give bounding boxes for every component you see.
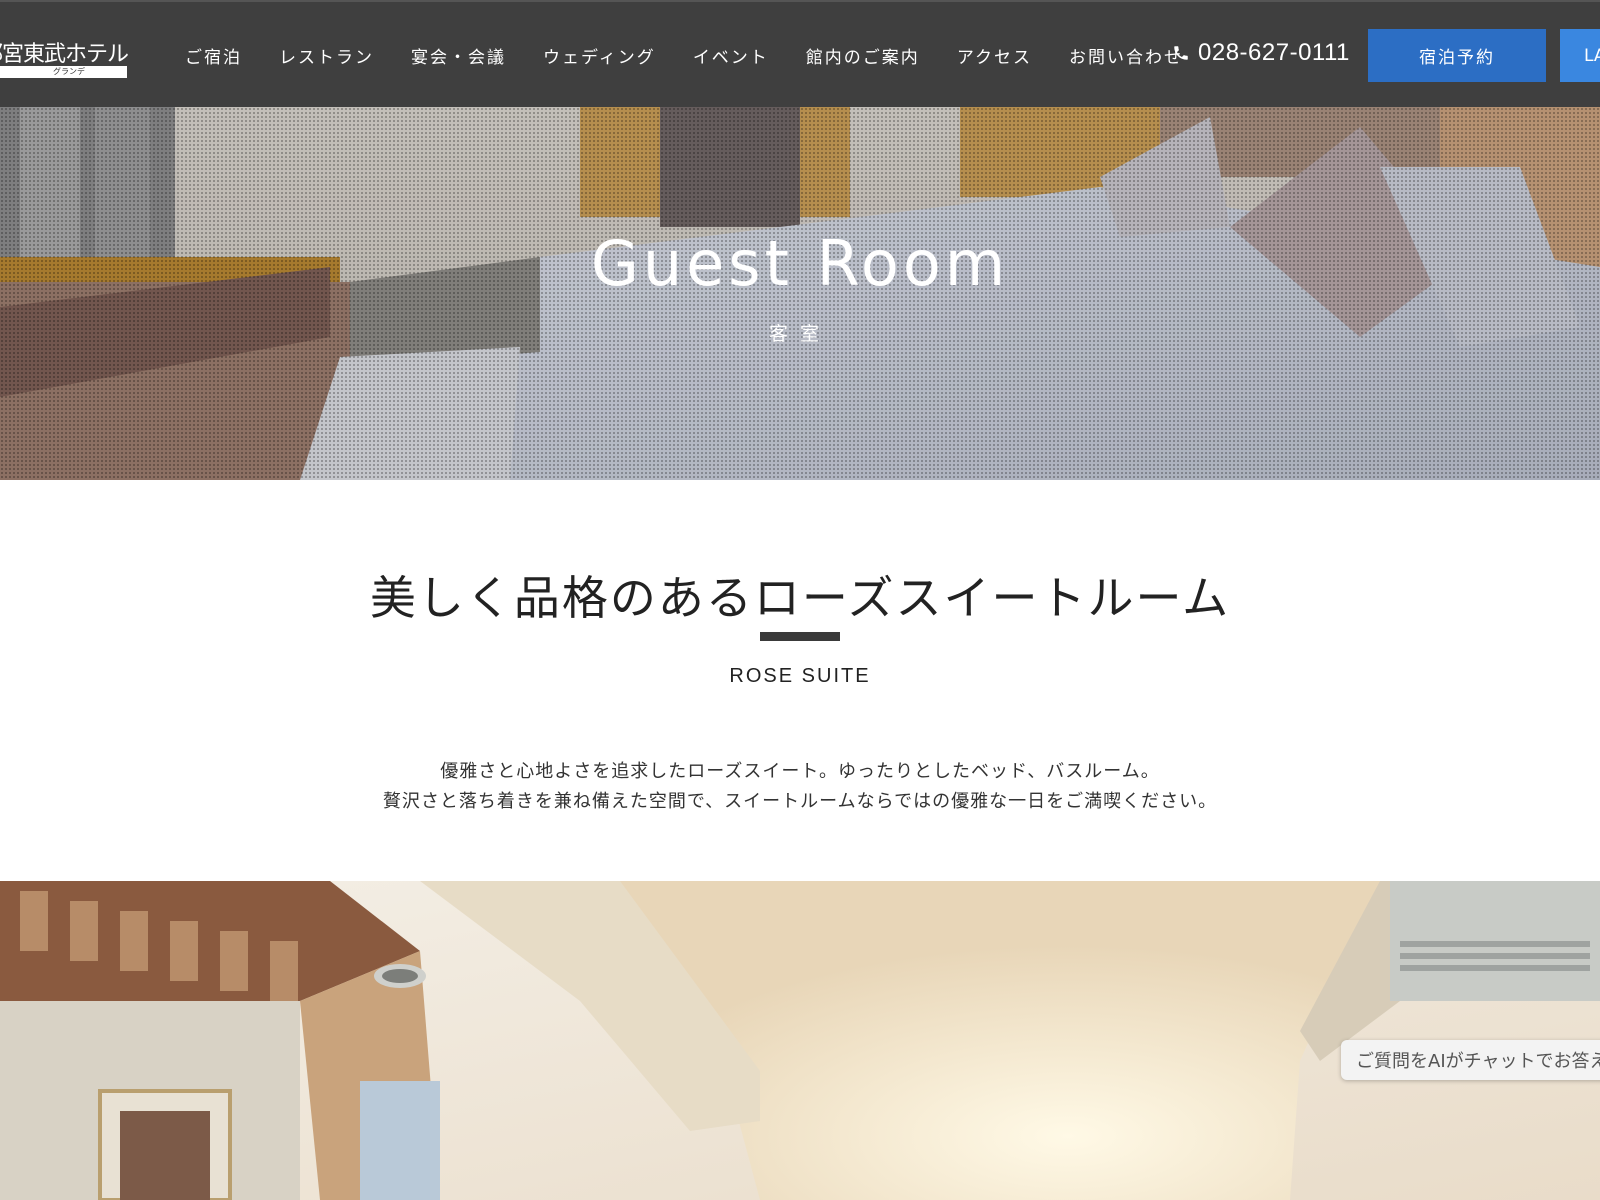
logo-text: 宇都宮東武ホテル bbox=[0, 42, 129, 67]
phone-number: 028-627-0111 bbox=[1198, 39, 1350, 66]
phone-link[interactable]: 028-627-0111 bbox=[1172, 39, 1350, 67]
hero-subtitle: 客室 bbox=[768, 323, 831, 345]
site-header: 宇都宮東武ホテル グランデ ご宿泊 レストラン 宴会・会議 ウェディング イベン… bbox=[0, 0, 1600, 107]
description-line-2: 贅沢さと落ち着きを兼ね備えた空間で、スイートルームならではの優雅な一日をご満喫く… bbox=[382, 791, 1218, 812]
nav-item-wedding[interactable]: ウェディング bbox=[543, 43, 656, 68]
nav-item-access[interactable]: アクセス bbox=[957, 43, 1032, 68]
ai-chat-button[interactable]: ご質問をAIがチャットでお答えします bbox=[1341, 1040, 1600, 1080]
hero-banner: Guest Room 客室 bbox=[0, 107, 1600, 480]
hotel-logo[interactable]: 宇都宮東武ホテル グランデ bbox=[0, 36, 129, 80]
logo-sub: グランデ bbox=[0, 66, 127, 78]
nav-item-restaurant[interactable]: レストラン bbox=[279, 43, 374, 68]
description-line-1: 優雅さと心地よさを追求したローズスイート。ゆったりとしたベッド、バスルーム。 bbox=[440, 761, 1160, 782]
nav-item-banquet[interactable]: 宴会・会議 bbox=[411, 43, 506, 68]
section-heading-en: ROSE SUITE bbox=[729, 665, 871, 687]
heading-divider bbox=[760, 632, 840, 641]
nav-item-contact[interactable]: お問い合わせ bbox=[1069, 43, 1183, 68]
reserve-button[interactable]: 宿泊予約 bbox=[1368, 29, 1546, 82]
section-heading: 美しく品格のあるローズスイートルーム bbox=[369, 571, 1231, 625]
nav-item-event[interactable]: イベント bbox=[693, 43, 769, 68]
main-nav: ご宿泊 レストラン 宴会・会議 ウェディング イベント 館内のご案内 アクセス … bbox=[185, 2, 1220, 109]
section-description: 優雅さと心地よさを追求したローズスイート。ゆったりとしたベッド、バスルーム。 贅… bbox=[0, 757, 1600, 817]
hero-title: Guest Room bbox=[590, 227, 1010, 300]
nav-item-facility[interactable]: 館内のご案内 bbox=[806, 43, 920, 68]
phone-icon bbox=[1174, 46, 1188, 60]
language-button[interactable]: LA bbox=[1560, 29, 1600, 82]
nav-item-stay[interactable]: ご宿泊 bbox=[185, 43, 242, 68]
